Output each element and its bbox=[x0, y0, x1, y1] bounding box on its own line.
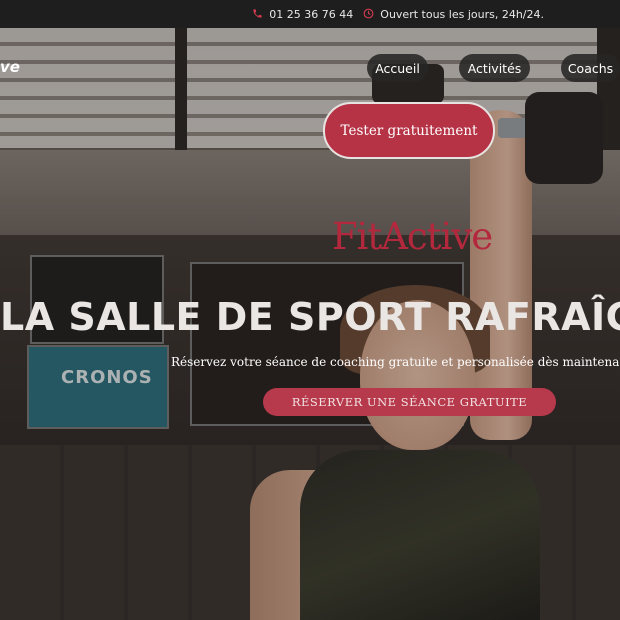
hero-logo: FitActive bbox=[331, 215, 493, 258]
nav-accueil[interactable]: Accueil bbox=[367, 54, 428, 82]
phone-contact[interactable]: 01 25 36 76 44 bbox=[252, 8, 353, 21]
hero-title: LA SALLE DE SPORT RAFRAÎCH bbox=[0, 295, 620, 339]
reserver-seance-button[interactable]: RÉSERVER UNE SÉANCE GRATUITE bbox=[263, 388, 556, 416]
clock-icon bbox=[363, 8, 374, 21]
hero-subtitle: Réservez votre séance de coaching gratui… bbox=[171, 355, 620, 369]
phone-icon bbox=[252, 8, 263, 21]
top-info-bar: 01 25 36 76 44 Ouvert tous les jours, 24… bbox=[0, 0, 620, 28]
site-brand-logo[interactable]: ve bbox=[0, 58, 20, 76]
opening-hours: Ouvert tous les jours, 24h/24. bbox=[363, 8, 544, 21]
tester-gratuitement-button[interactable]: Tester gratuitement bbox=[323, 102, 495, 159]
phone-number: 01 25 36 76 44 bbox=[269, 7, 354, 21]
opening-hours-text: Ouvert tous les jours, 24h/24. bbox=[380, 7, 544, 21]
page: CRONOS 01 25 36 76 44 Ouvert tous les jo… bbox=[0, 0, 620, 620]
nav-coachs[interactable]: Coachs bbox=[561, 54, 620, 82]
nav-activites[interactable]: Activités bbox=[459, 54, 530, 82]
